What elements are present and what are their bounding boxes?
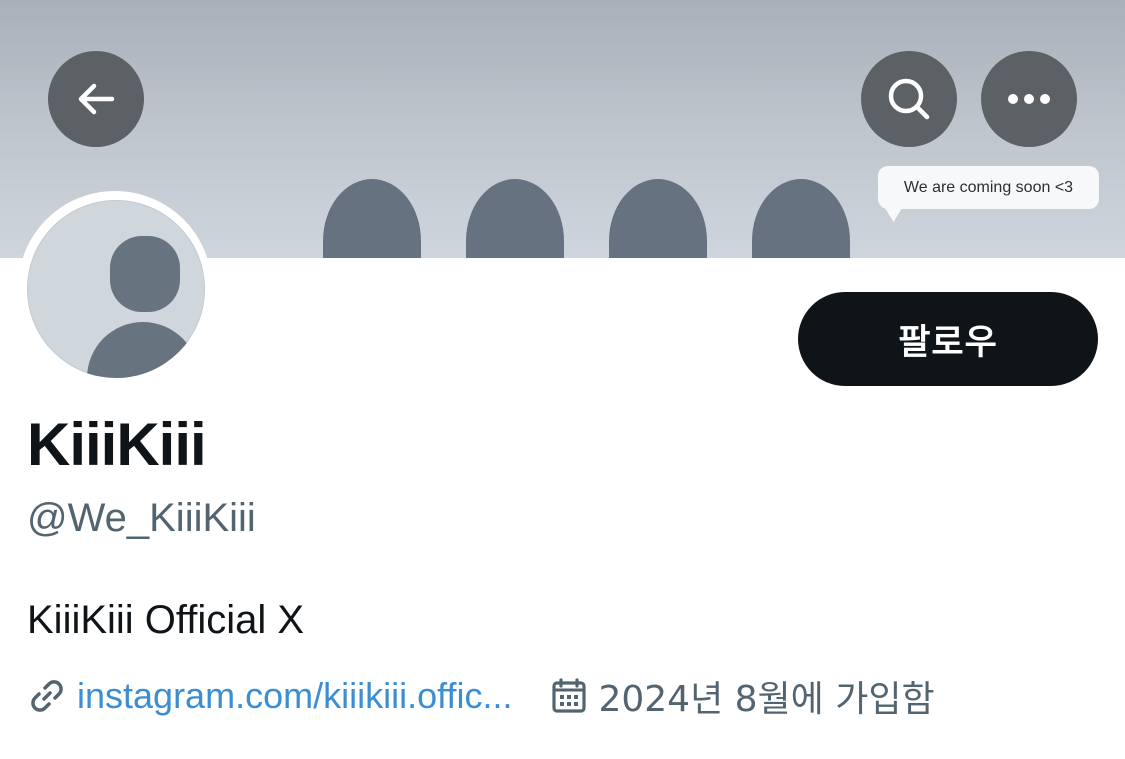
avatar[interactable] — [27, 200, 205, 378]
banner-silhouette — [609, 179, 707, 258]
user-handle: @We_KiiiKiii — [27, 496, 256, 540]
more-button[interactable] — [981, 51, 1077, 147]
display-name: KiiiKiii — [27, 411, 207, 478]
join-date: 2024년 8월에 가입함 — [598, 679, 935, 720]
banner-silhouette — [466, 179, 564, 258]
calendar-icon — [552, 678, 587, 713]
arrow-left-icon — [78, 83, 115, 115]
profile-website-link[interactable]: instagram.com/kiiikiii.offic... — [77, 675, 512, 717]
avatar-placeholder-body — [87, 322, 199, 378]
profile-meta-row: instagram.com/kiiikiii.offic... 2024년 8월… — [27, 672, 935, 720]
search-button[interactable] — [861, 51, 957, 147]
link-icon — [31, 680, 63, 712]
profile-bio: KiiiKiii Official X — [27, 598, 305, 642]
banner-silhouette — [752, 179, 850, 258]
more-horizontal-icon — [1008, 94, 1050, 104]
banner-speech-bubble: We are coming soon <3 — [878, 166, 1099, 209]
follow-button[interactable]: 팔로우 — [798, 292, 1098, 386]
banner-note-text: We are coming soon <3 — [903, 178, 1074, 196]
avatar-placeholder-head — [110, 236, 180, 312]
banner-silhouette — [323, 179, 421, 258]
speech-bubble-tail — [882, 204, 908, 222]
back-button[interactable] — [48, 51, 144, 147]
search-icon — [888, 78, 930, 120]
